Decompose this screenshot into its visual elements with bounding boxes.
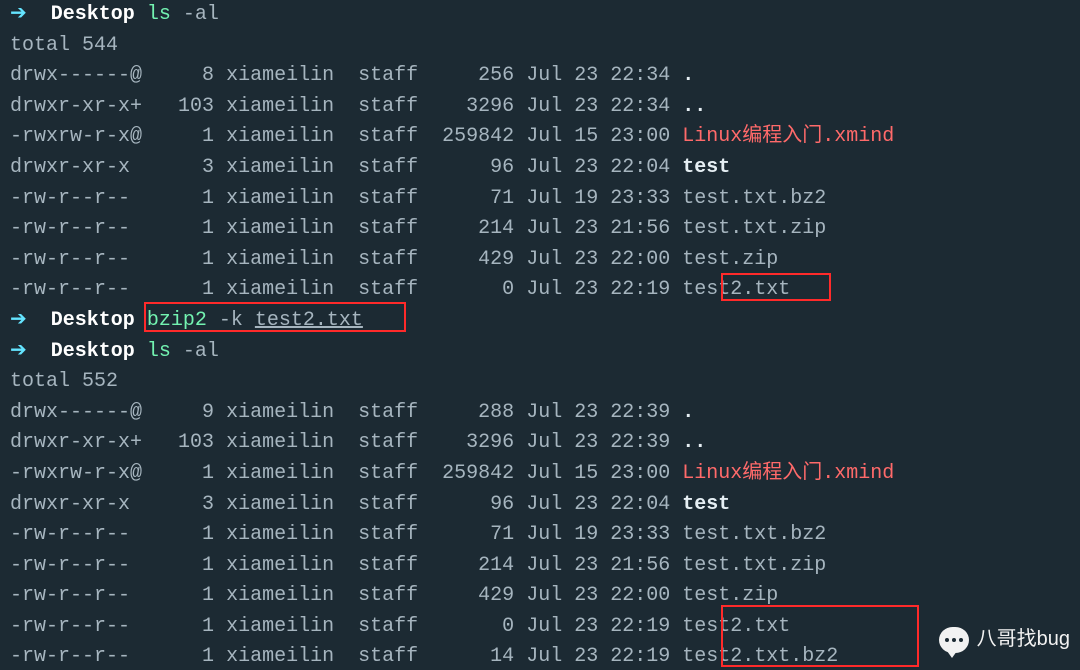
file-name: .. — [682, 431, 706, 454]
wechat-icon — [939, 627, 969, 653]
file-name: test.txt.zip — [682, 217, 826, 240]
file-name: test2.txt — [682, 615, 790, 638]
argument: test2.txt — [255, 309, 363, 332]
file-name: test — [682, 493, 730, 516]
watermark-text: 八哥找bug — [977, 624, 1070, 655]
file-name: test.zip — [682, 584, 778, 607]
prompt-path: Desktop — [51, 309, 135, 332]
prompt-arrow-icon: ➔ — [10, 309, 27, 332]
file-name: Linux编程入门.xmind — [682, 462, 894, 485]
file-name: . — [682, 401, 694, 424]
flag: -k — [219, 309, 243, 332]
prompt-path: Desktop — [51, 340, 135, 363]
prompt-arrow-icon: ➔ — [10, 3, 27, 26]
prompt-arrow-icon: ➔ — [10, 340, 27, 363]
flag: -al — [183, 3, 219, 26]
terminal-output[interactable]: ➔ Desktop ls -al total 544 drwx------@ 8… — [0, 0, 1080, 670]
command: ls — [147, 3, 171, 26]
flag: -al — [183, 340, 219, 363]
prompt-path: Desktop — [51, 3, 135, 26]
watermark: 八哥找bug — [939, 624, 1070, 655]
command: ls — [147, 340, 171, 363]
file-name: test.txt.zip — [682, 554, 826, 577]
file-name: test2.txt — [682, 278, 790, 301]
file-name: .. — [682, 95, 706, 118]
file-name: test2.txt.bz2 — [682, 645, 838, 668]
file-name: . — [682, 64, 694, 87]
file-name: test.zip — [682, 248, 778, 271]
file-name: test.txt.bz2 — [682, 523, 826, 546]
file-name: test — [682, 156, 730, 179]
file-name: Linux编程入门.xmind — [682, 125, 894, 148]
command: bzip2 — [147, 309, 207, 332]
file-name: test.txt.bz2 — [682, 187, 826, 210]
